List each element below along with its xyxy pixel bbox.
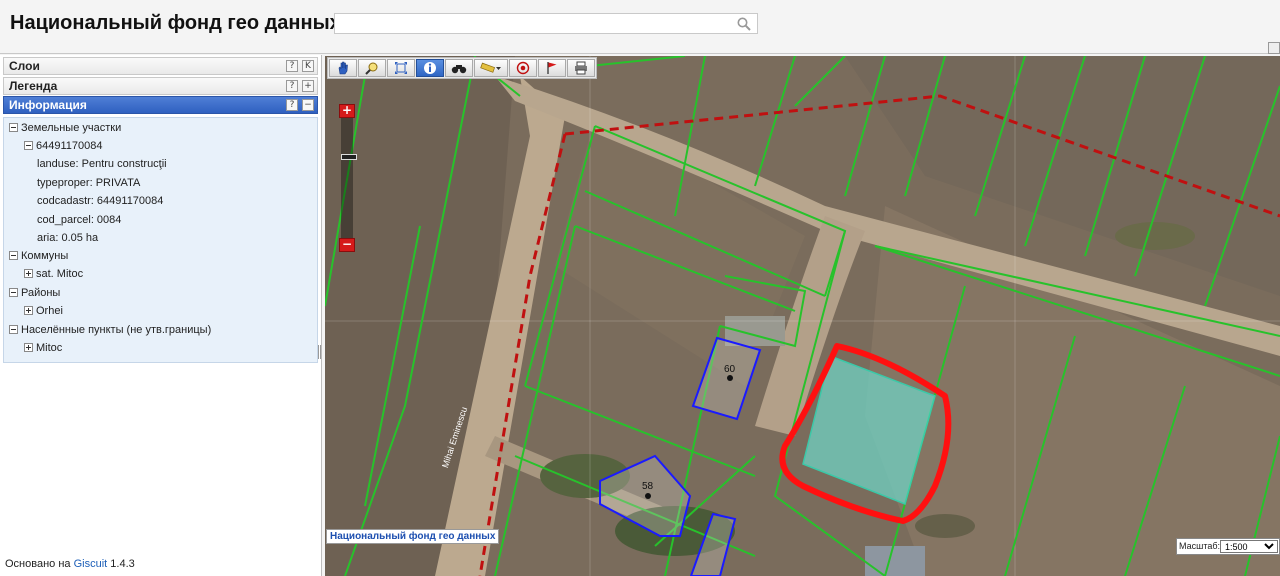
map-toolbar bbox=[327, 57, 597, 79]
tree-label: Orhei bbox=[36, 305, 63, 317]
full-extent-button[interactable] bbox=[387, 59, 415, 77]
info-tree: Земельные участки 64491170084 landuse: P… bbox=[3, 117, 318, 363]
zoom-out-button[interactable]: − bbox=[339, 238, 355, 252]
pan-icon bbox=[338, 61, 348, 75]
tree-node-district-item[interactable]: Orhei bbox=[24, 305, 63, 321]
info-icon bbox=[424, 62, 436, 74]
tree-label: 64491170084 bbox=[36, 140, 103, 152]
scale-control: Масштаб: 1:500 bbox=[1176, 538, 1280, 555]
footer-prefix: Основано на bbox=[5, 558, 74, 570]
zoom-slider-handle[interactable] bbox=[341, 154, 357, 160]
scale-label: Масштаб: bbox=[1179, 541, 1221, 551]
help-icon[interactable]: ? bbox=[286, 80, 298, 92]
header: Национальный фонд гео данных bbox=[0, 0, 1280, 54]
expand-toggle-icon[interactable] bbox=[24, 343, 33, 352]
tree-label: Районы bbox=[21, 287, 61, 299]
measure-button[interactable] bbox=[474, 59, 508, 77]
attribute-typeproper: typeproper: PRIVATA bbox=[37, 177, 141, 189]
giscuit-link[interactable]: Giscuit bbox=[74, 558, 108, 570]
map-credit: Национальный фонд гео данных bbox=[326, 529, 500, 544]
attribute-cod-parcel: cod_parcel: 0084 bbox=[37, 214, 122, 226]
collapse-icon[interactable]: − bbox=[302, 99, 314, 111]
help-icon[interactable]: ? bbox=[286, 60, 298, 72]
identify-icon bbox=[365, 62, 378, 75]
tree-node-communes[interactable]: Коммуны bbox=[9, 250, 68, 266]
print-icon bbox=[575, 61, 587, 75]
sidebar: Слои ? K Легенда ? + Информация ? − Земе… bbox=[0, 55, 322, 576]
tree-node-parcel[interactable]: 64491170084 bbox=[24, 140, 102, 156]
collapse-icon[interactable]: K bbox=[302, 60, 314, 72]
binoculars-icon bbox=[451, 65, 467, 74]
collapse-header-button[interactable] bbox=[1268, 42, 1280, 54]
page-title: Национальный фонд гео данных bbox=[10, 12, 341, 34]
expand-toggle-icon[interactable] bbox=[24, 269, 33, 278]
tree-node-land-plots[interactable]: Земельные участки bbox=[9, 122, 121, 138]
tree-label: Земельные участки bbox=[21, 122, 122, 134]
help-icon[interactable]: ? bbox=[286, 99, 298, 111]
expand-icon[interactable]: + bbox=[302, 80, 314, 92]
find-button[interactable] bbox=[445, 59, 473, 77]
target-icon bbox=[516, 61, 530, 75]
collapse-toggle-icon[interactable] bbox=[9, 123, 18, 132]
panel-info-title: Информация bbox=[9, 98, 87, 112]
collapse-toggle-icon[interactable] bbox=[24, 141, 33, 150]
zoom-in-button[interactable]: + bbox=[339, 104, 355, 118]
print-button[interactable] bbox=[567, 59, 595, 77]
tree-node-districts[interactable]: Районы bbox=[9, 287, 60, 303]
attribute-aria: aria: 0.05 ha bbox=[37, 232, 99, 244]
map-view[interactable]: 60 58 Mihai Eminescu + − Национальный фо… bbox=[325, 56, 1280, 576]
panel-legend[interactable]: Легенда ? + bbox=[3, 77, 318, 95]
footer-version: 1.4.3 bbox=[107, 558, 135, 570]
flag-icon bbox=[547, 62, 557, 74]
flag-button[interactable] bbox=[538, 59, 566, 77]
building-number-label: 60 bbox=[724, 364, 736, 375]
sidebar-splitter-handle[interactable] bbox=[318, 345, 321, 359]
info-button[interactable] bbox=[416, 59, 444, 77]
panel-info[interactable]: Информация ? − bbox=[3, 96, 318, 114]
tree-label: Mitoc bbox=[36, 342, 63, 354]
scale-select[interactable]: 1:500 bbox=[1220, 540, 1278, 553]
tree-label: Коммуны bbox=[21, 250, 69, 262]
panel-legend-title: Легенда bbox=[9, 79, 58, 93]
tree-node-settlements[interactable]: Населённые пункты (не утв.границы) bbox=[9, 324, 211, 340]
tree-node-commune-item[interactable]: sat. Mitoc bbox=[24, 268, 83, 284]
tree-label: sat. Mitoc bbox=[36, 268, 84, 280]
panel-layers[interactable]: Слои ? K bbox=[3, 57, 318, 75]
attribute-landuse: landuse: Pentru construcţii bbox=[37, 158, 167, 170]
point-button[interactable] bbox=[509, 59, 537, 77]
ruler-icon bbox=[480, 62, 501, 73]
map-canvas[interactable] bbox=[325, 56, 1280, 576]
tree-label: Населённые пункты (не утв.границы) bbox=[21, 324, 212, 336]
building-number-label: 58 bbox=[642, 481, 654, 492]
collapse-toggle-icon[interactable] bbox=[9, 288, 18, 297]
collapse-toggle-icon[interactable] bbox=[9, 325, 18, 334]
attribute-codcadastr: codcadastr: 64491170084 bbox=[37, 195, 164, 207]
expand-toggle-icon[interactable] bbox=[24, 306, 33, 315]
tree-node-settlement-item[interactable]: Mitoc bbox=[24, 342, 62, 358]
search-box[interactable] bbox=[334, 13, 758, 34]
identify-button[interactable] bbox=[358, 59, 386, 77]
search-input[interactable] bbox=[335, 14, 730, 33]
panel-layers-title: Слои bbox=[9, 59, 40, 73]
search-icon[interactable] bbox=[737, 17, 751, 31]
collapse-toggle-icon[interactable] bbox=[9, 251, 18, 260]
zoom-control: + − bbox=[339, 104, 357, 254]
full-extent-icon bbox=[395, 62, 407, 74]
footer-credit: Основано на Giscuit 1.4.3 bbox=[5, 558, 135, 570]
zoom-slider[interactable] bbox=[341, 118, 357, 239]
pan-button[interactable] bbox=[329, 59, 357, 77]
